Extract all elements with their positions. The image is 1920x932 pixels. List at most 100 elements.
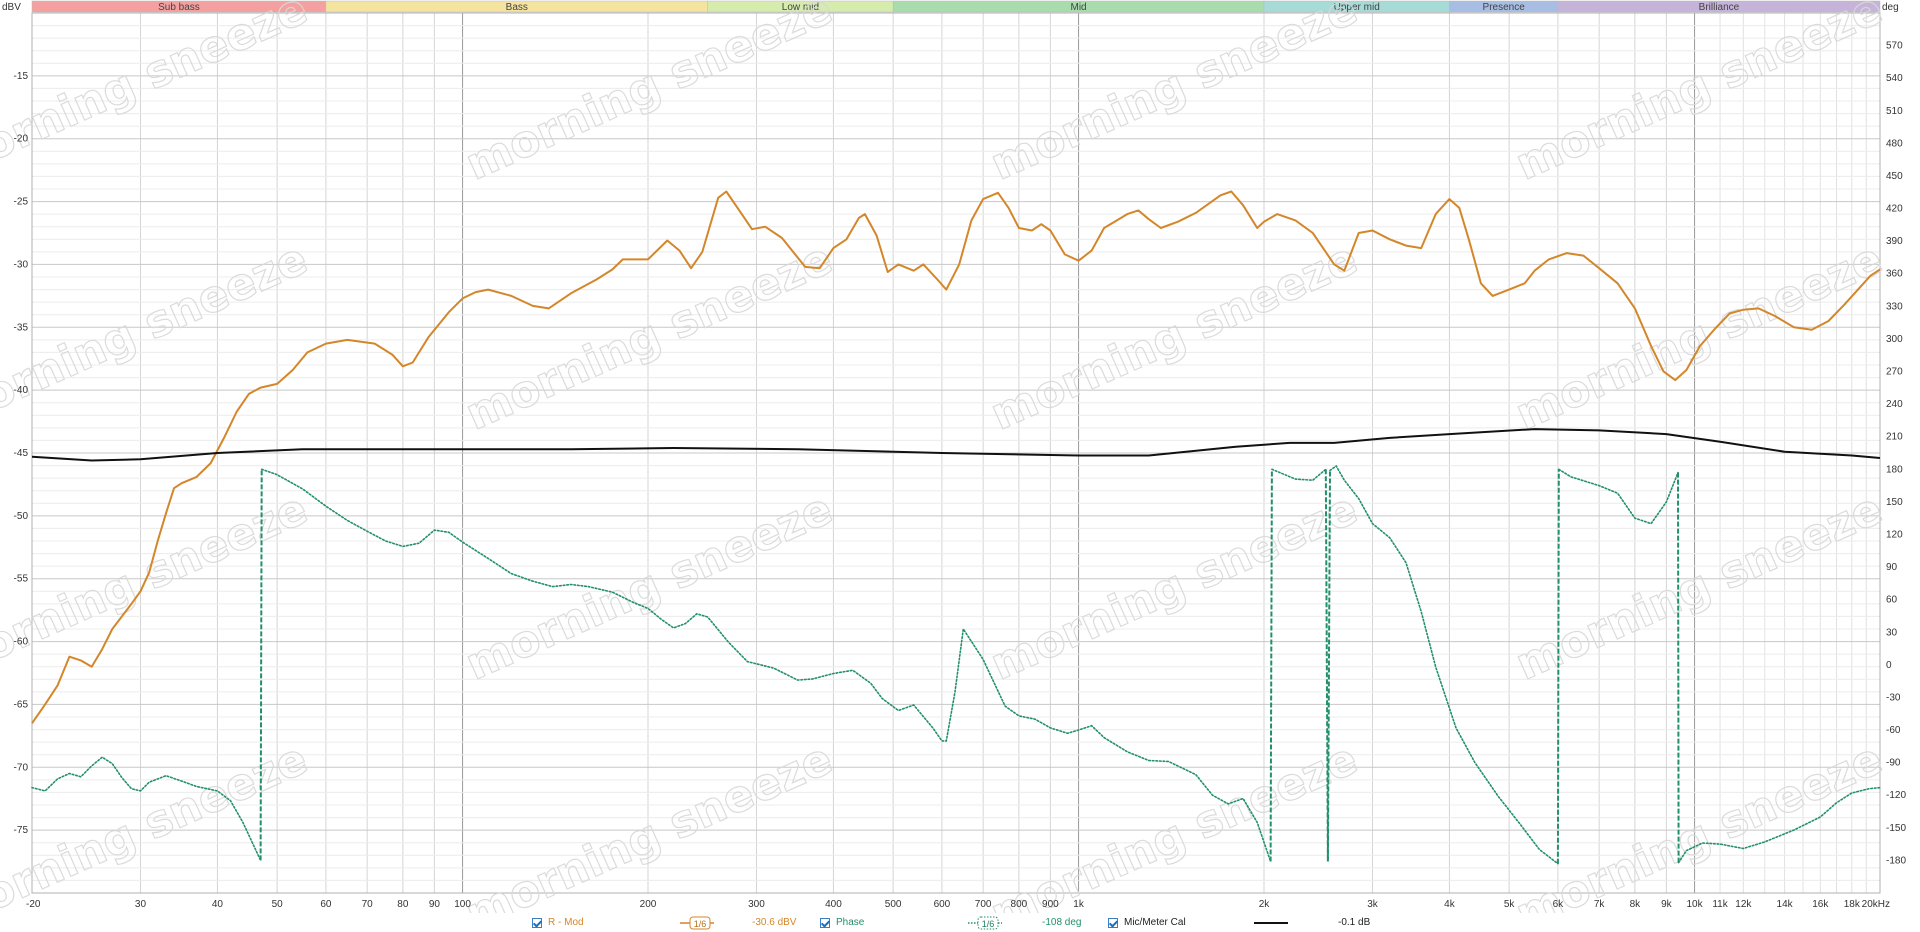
right-tick-label: 150 — [1886, 497, 1903, 508]
frequency-response-chart: Sub bass Bass Low mid Mid Upper mid Presence B… — [0, 0, 1906, 913]
band-label: Brilliance — [1699, 2, 1740, 13]
right-tick-label: 270 — [1886, 367, 1903, 378]
series-phase-wrap — [1269, 469, 1273, 862]
x-tick-label: 500 — [885, 899, 902, 910]
left-tick-label: -25 — [14, 197, 29, 208]
watermark: morning sneeze — [983, 0, 1365, 190]
band-label: Presence — [1483, 2, 1526, 13]
right-tick-label: 30 — [1886, 627, 1898, 638]
legend-phase-label: Phase — [836, 917, 865, 928]
left-tick-label: -65 — [14, 699, 29, 710]
right-tick-label: 60 — [1886, 595, 1898, 606]
left-tick-label: -70 — [14, 762, 29, 773]
x-tick-label: 600 — [934, 899, 951, 910]
checkbox-icon[interactable] — [1108, 917, 1118, 928]
x-tick-label: 50 — [272, 899, 284, 910]
x-tick-label: 80 — [397, 899, 409, 910]
x-tick-label: 11k — [1712, 899, 1728, 910]
right-tick-label: 180 — [1886, 464, 1903, 475]
legend-phase-toggle[interactable]: Phase — [820, 915, 864, 930]
x-tick-label: 800 — [1011, 899, 1028, 910]
watermark: morning sneeze — [1508, 483, 1890, 690]
left-tick-label: -55 — [14, 574, 29, 585]
right-tick-label: -60 — [1886, 725, 1901, 736]
watermark: morning sneeze — [0, 483, 315, 690]
line-swatch-icon — [1254, 922, 1288, 924]
x-tick-label: 8k — [1630, 899, 1642, 910]
legend-rmod-smoothing[interactable]: 1/6 — [680, 915, 714, 930]
right-tick-label: 570 — [1886, 41, 1903, 52]
right-tick-label: 540 — [1886, 73, 1903, 84]
watermark: morning sneeze — [458, 0, 840, 190]
left-axis-unit: dBV — [2, 2, 21, 13]
x-tick-label: 10k — [1687, 899, 1704, 910]
watermark: morning sneeze — [458, 483, 840, 690]
left-tick-label: -20 — [14, 134, 29, 145]
x-tick-label: 100 — [454, 899, 471, 910]
left-tick-label: -45 — [14, 448, 29, 459]
band-label: Bass — [506, 2, 528, 13]
legend-rmod-value: -30.6 dBV — [752, 917, 797, 928]
left-tick-label: -60 — [14, 637, 29, 648]
watermark: morning sneeze — [983, 733, 1365, 913]
watermark: morning sneeze — [1508, 733, 1890, 913]
x-tick-label: 200 — [640, 899, 657, 910]
legend-cal-value: -0.1 dB — [1338, 917, 1371, 928]
left-tick-label: -50 — [14, 511, 29, 522]
right-tick-label: 360 — [1886, 269, 1903, 280]
x-tick-label: 6k — [1553, 899, 1565, 910]
x-tick-label: 20kHz — [1862, 899, 1890, 910]
right-tick-label: 0 — [1886, 660, 1892, 671]
legend: R - Mod 1/6 -30.6 dBV Phase 1/6 -108 deg… — [0, 913, 1920, 932]
x-tick-label: 900 — [1042, 899, 1059, 910]
x-tick-label: 5k — [1504, 899, 1516, 910]
left-tick-label: -30 — [14, 259, 29, 270]
x-tick-label: 40 — [212, 899, 224, 910]
band-label: Sub bass — [158, 2, 200, 13]
x-tick-label: -20 — [26, 899, 41, 910]
checkbox-icon[interactable] — [820, 917, 830, 928]
watermark: morning sneeze — [0, 733, 315, 913]
watermark: morning sneeze — [1508, 0, 1890, 190]
legend-rmod-toggle[interactable]: R - Mod — [532, 915, 584, 930]
smoothing-swatch-icon: 1/6 — [680, 916, 714, 930]
right-tick-label: 240 — [1886, 399, 1903, 410]
right-tick-label: 210 — [1886, 432, 1903, 443]
x-tick-label: 18k — [1844, 899, 1861, 910]
right-tick-label: -30 — [1886, 692, 1901, 703]
right-tick-label: -180 — [1886, 855, 1906, 866]
x-tick-label: 300 — [748, 899, 765, 910]
watermark: morning sneeze — [0, 0, 315, 190]
right-tick-label: -150 — [1886, 823, 1906, 834]
watermark: morning sneeze — [983, 483, 1365, 690]
watermark: morning sneeze — [458, 733, 840, 913]
x-tick-label: 9k — [1661, 899, 1673, 910]
left-tick-label: -40 — [14, 385, 29, 396]
right-tick-label: 120 — [1886, 529, 1903, 540]
x-tick-label: 90 — [429, 899, 441, 910]
band-label: Mid — [1071, 2, 1087, 13]
smoothing-swatch-icon: 1/6 — [968, 916, 1002, 930]
x-tick-label: 700 — [975, 899, 992, 910]
x-tick-label: 3k — [1367, 899, 1379, 910]
right-tick-label: 300 — [1886, 334, 1903, 345]
legend-rmod-smoothing-text: 1/6 — [694, 919, 707, 929]
legend-cal-toggle[interactable]: Mic/Meter Cal — [1108, 915, 1186, 930]
right-tick-label: 510 — [1886, 106, 1903, 117]
right-tick-label: -90 — [1886, 758, 1901, 769]
series-phase-wrap — [1677, 472, 1680, 863]
series-2-line — [31, 428, 1881, 462]
x-tick-label: 4k — [1444, 899, 1456, 910]
left-tick-label: -15 — [14, 71, 29, 82]
x-tick-label: 70 — [362, 899, 374, 910]
legend-phase-smoothing[interactable]: 1/6 — [968, 915, 1002, 930]
legend-cal-swatch — [1254, 915, 1288, 930]
x-tick-label: 7k — [1594, 899, 1606, 910]
frequency-bands: Sub bass Bass Low mid Mid Upper mid Presence B… — [31, 0, 1881, 13]
left-tick-label: -75 — [14, 825, 29, 836]
right-tick-label: 450 — [1886, 171, 1903, 182]
right-tick-label: 90 — [1886, 562, 1898, 573]
right-tick-label: -120 — [1886, 790, 1906, 801]
legend-rmod-label: R - Mod — [548, 917, 584, 928]
checkbox-icon[interactable] — [532, 917, 542, 928]
